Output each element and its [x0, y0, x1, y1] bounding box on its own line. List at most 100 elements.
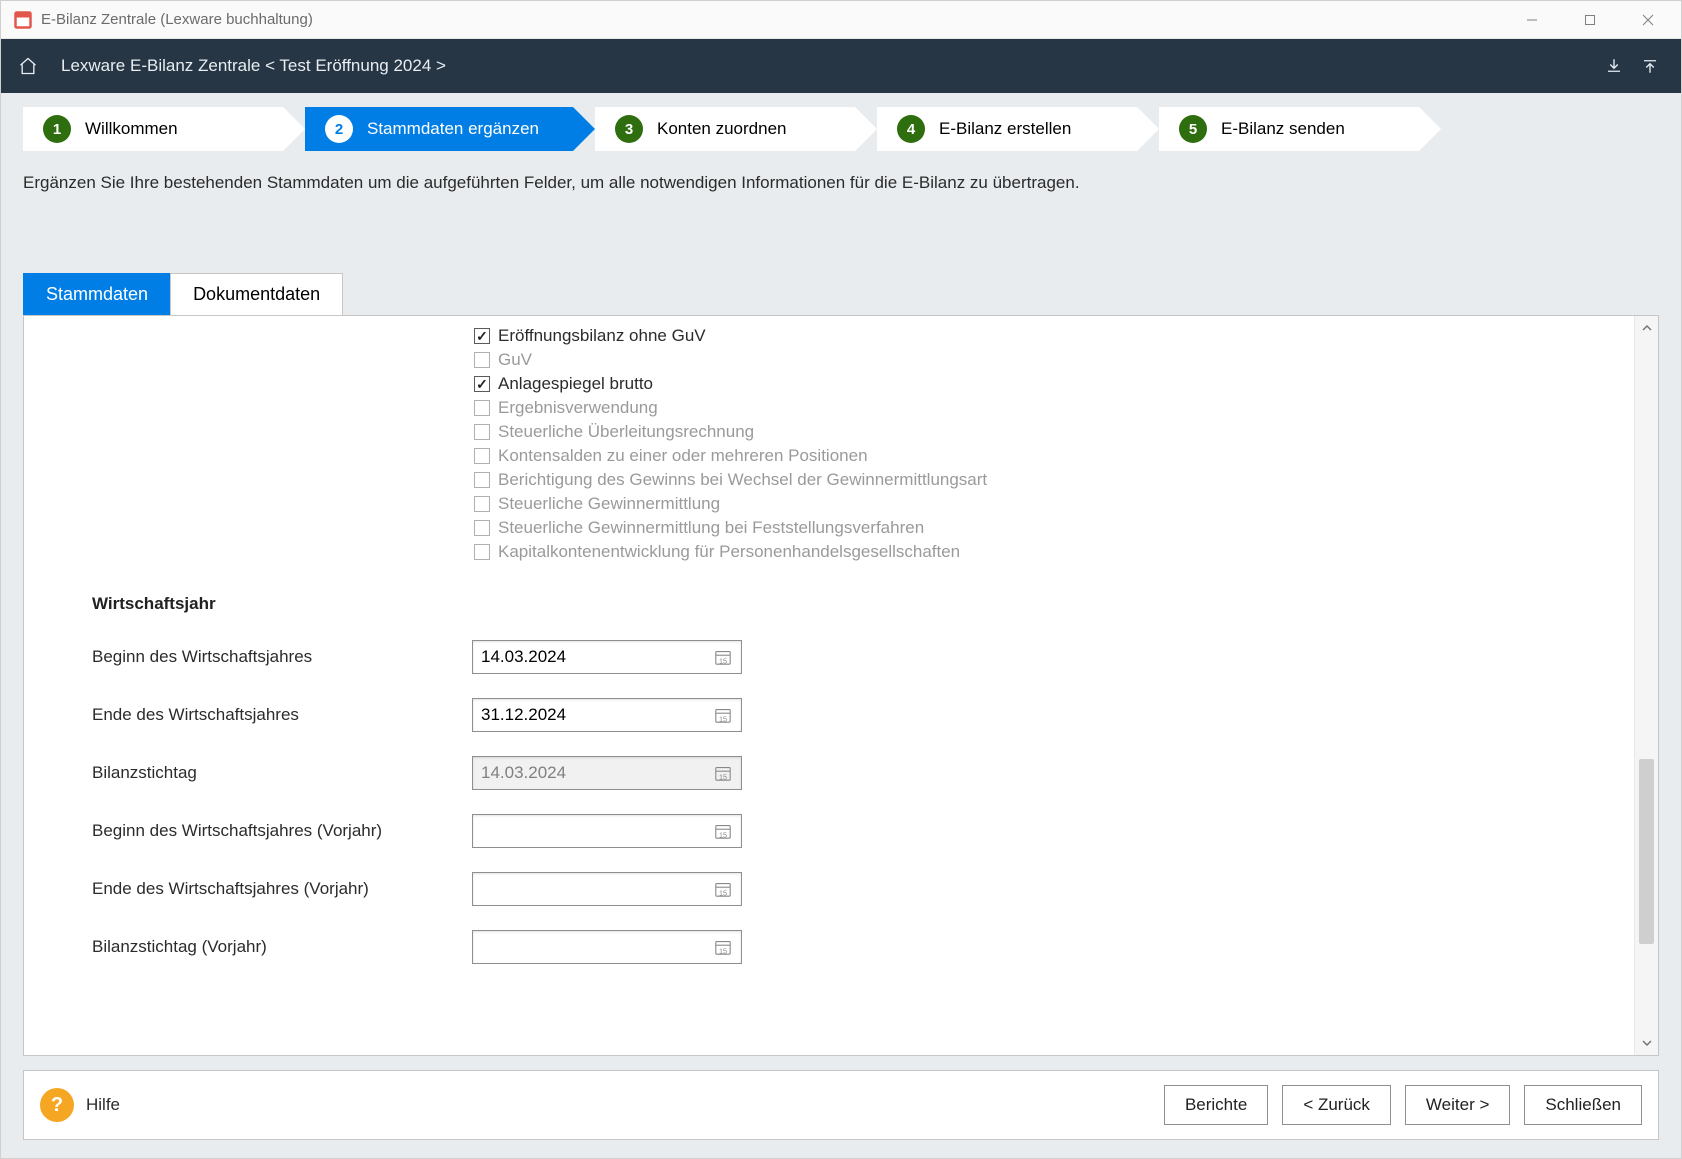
date-input[interactable]: 31.12.2024 15	[472, 698, 742, 732]
help-icon: ?	[40, 1088, 74, 1122]
checkbox-label: Steuerliche Überleitungsrechnung	[498, 422, 754, 442]
field-label: Beginn des Wirtschaftsjahres	[92, 647, 472, 667]
field-label: Ende des Wirtschaftsjahres	[92, 705, 472, 725]
minimize-button[interactable]	[1503, 1, 1561, 39]
calendar-icon: 15	[713, 763, 733, 783]
field-label: Bilanzstichtag (Vorjahr)	[92, 937, 472, 957]
date-input[interactable]: 15	[472, 930, 742, 964]
close-button[interactable]	[1619, 1, 1677, 39]
svg-text:15: 15	[719, 888, 727, 897]
help-label: Hilfe	[86, 1095, 120, 1115]
field-row: Ende des Wirtschaftsjahres (Vorjahr) 15	[24, 860, 1634, 918]
calendar-icon[interactable]: 15	[713, 705, 733, 725]
home-icon[interactable]	[17, 55, 39, 77]
checkbox-row: Steuerliche Gewinnermittlung	[24, 492, 1634, 516]
upload-icon[interactable]	[1635, 51, 1665, 81]
tab-dokumentdaten[interactable]: Dokumentdaten	[170, 273, 343, 315]
calendar-icon[interactable]: 15	[713, 879, 733, 899]
checkbox	[474, 448, 490, 464]
scroll-up-icon[interactable]	[1635, 316, 1658, 340]
checkbox[interactable]	[474, 328, 490, 344]
step-number: 2	[325, 115, 353, 143]
tab-area: Stammdaten Dokumentdaten Eröffnungsbilan…	[23, 273, 1659, 1056]
checkbox-row: Berichtigung des Gewinns bei Wechsel der…	[24, 468, 1634, 492]
step-number: 1	[43, 115, 71, 143]
checkbox-label: Steuerliche Gewinnermittlung bei Festste…	[498, 518, 924, 538]
scroll-thumb[interactable]	[1639, 759, 1654, 944]
close-button[interactable]: Schließen	[1524, 1085, 1642, 1125]
scroll-down-icon[interactable]	[1635, 1031, 1658, 1055]
step-label: E-Bilanz senden	[1221, 119, 1345, 139]
help-link[interactable]: ? Hilfe	[40, 1088, 120, 1122]
next-button[interactable]: Weiter >	[1405, 1085, 1510, 1125]
date-input: 14.03.202415	[472, 756, 742, 790]
scrollbar[interactable]	[1634, 316, 1658, 1055]
field-row: Bilanzstichtag (Vorjahr) 15	[24, 918, 1634, 976]
application-window: E-Bilanz Zentrale (Lexware buchhaltung) …	[0, 0, 1682, 1159]
form-panel: Eröffnungsbilanz ohne GuVGuVAnlagespiege…	[23, 315, 1659, 1056]
step-willkommen[interactable]: 1 Willkommen	[23, 107, 283, 151]
back-button[interactable]: < Zurück	[1282, 1085, 1391, 1125]
checkbox-row[interactable]: Eröffnungsbilanz ohne GuV	[24, 324, 1634, 348]
checkbox	[474, 520, 490, 536]
step-erstellen[interactable]: 4 E-Bilanz erstellen	[877, 107, 1137, 151]
checkbox-label: Ergebnisverwendung	[498, 398, 658, 418]
footer-bar: ? Hilfe Berichte < Zurück Weiter > Schli…	[23, 1070, 1659, 1140]
checkbox-row[interactable]: Anlagespiegel brutto	[24, 372, 1634, 396]
field-row: Beginn des Wirtschaftsjahres 14.03.2024 15	[24, 628, 1634, 686]
step-konten[interactable]: 3 Konten zuordnen	[595, 107, 855, 151]
download-icon[interactable]	[1599, 51, 1629, 81]
step-label: E-Bilanz erstellen	[939, 119, 1071, 139]
checkbox-label: Kapitalkontenentwicklung für Personenhan…	[498, 542, 960, 562]
date-input[interactable]: 15	[472, 814, 742, 848]
maximize-button[interactable]	[1561, 1, 1619, 39]
checkbox	[474, 544, 490, 560]
svg-text:15: 15	[719, 946, 727, 955]
tab-stammdaten[interactable]: Stammdaten	[23, 273, 171, 315]
checkbox	[474, 472, 490, 488]
calendar-icon[interactable]: 15	[713, 937, 733, 957]
date-value: 14.03.2024	[481, 647, 713, 667]
step-label: Konten zuordnen	[657, 119, 787, 139]
checkbox-label: Steuerliche Gewinnermittlung	[498, 494, 720, 514]
checkbox-row: Kapitalkontenentwicklung für Personenhan…	[24, 540, 1634, 564]
field-row: Beginn des Wirtschaftsjahres (Vorjahr) 15	[24, 802, 1634, 860]
date-input[interactable]: 14.03.2024 15	[472, 640, 742, 674]
calendar-icon[interactable]: 15	[713, 821, 733, 841]
window-title: E-Bilanz Zentrale (Lexware buchhaltung)	[41, 11, 1503, 28]
svg-text:15: 15	[719, 656, 727, 665]
step-stammdaten[interactable]: 2 Stammdaten ergänzen	[305, 107, 573, 151]
checkbox	[474, 400, 490, 416]
step-number: 5	[1179, 115, 1207, 143]
calendar-icon[interactable]: 15	[713, 647, 733, 667]
date-input[interactable]: 15	[472, 872, 742, 906]
svg-text:15: 15	[719, 830, 727, 839]
content-area: 1 Willkommen 2 Stammdaten ergänzen 3 Kon…	[1, 93, 1681, 1158]
svg-text:15: 15	[719, 772, 727, 781]
checkbox-label: Anlagespiegel brutto	[498, 374, 653, 394]
step-number: 4	[897, 115, 925, 143]
field-label: Beginn des Wirtschaftsjahres (Vorjahr)	[92, 821, 472, 841]
checkbox[interactable]	[474, 376, 490, 392]
berichte-button[interactable]: Berichte	[1164, 1085, 1268, 1125]
checkbox-row: Ergebnisverwendung	[24, 396, 1634, 420]
checkbox	[474, 424, 490, 440]
field-row: Ende des Wirtschaftsjahres 31.12.2024 15	[24, 686, 1634, 744]
titlebar: E-Bilanz Zentrale (Lexware buchhaltung)	[1, 1, 1681, 39]
field-row: Bilanzstichtag14.03.202415	[24, 744, 1634, 802]
field-label: Ende des Wirtschaftsjahres (Vorjahr)	[92, 879, 472, 899]
section-heading-wirtschaftsjahr: Wirtschaftsjahr	[24, 564, 1634, 628]
checkbox-label: Berichtigung des Gewinns bei Wechsel der…	[498, 470, 987, 490]
step-number: 3	[615, 115, 643, 143]
checkbox-row: Steuerliche Überleitungsrechnung	[24, 420, 1634, 444]
checkbox-row: GuV	[24, 348, 1634, 372]
step-senden[interactable]: 5 E-Bilanz senden	[1159, 107, 1419, 151]
breadcrumb: Lexware E-Bilanz Zentrale < Test Eröffnu…	[61, 56, 1593, 76]
svg-text:15: 15	[719, 714, 727, 723]
checkbox	[474, 496, 490, 512]
step-label: Stammdaten ergänzen	[367, 119, 539, 139]
date-value: 31.12.2024	[481, 705, 713, 725]
checkbox-label: Kontensalden zu einer oder mehreren Posi…	[498, 446, 868, 466]
step-label: Willkommen	[85, 119, 178, 139]
wizard-steps: 1 Willkommen 2 Stammdaten ergänzen 3 Kon…	[1, 93, 1681, 151]
